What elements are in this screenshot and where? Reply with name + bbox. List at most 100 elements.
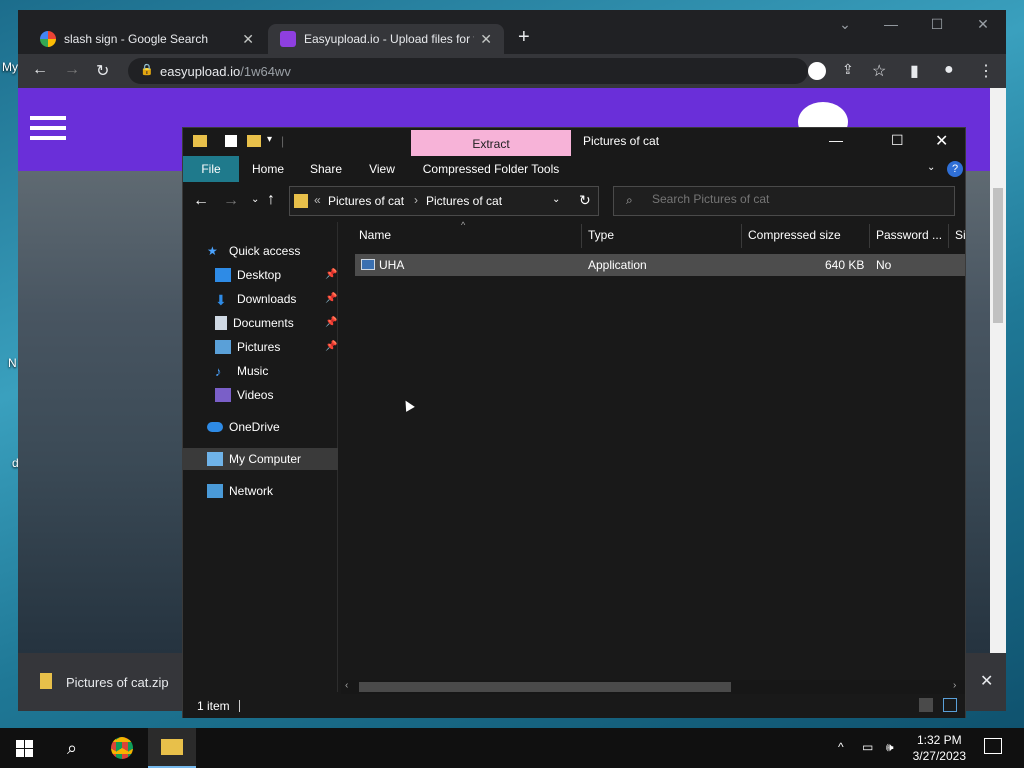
ribbon-tabs: File Home Share View Compressed Folder T… (183, 156, 965, 182)
new-folder-icon[interactable] (247, 135, 261, 147)
scrollbar-thumb[interactable] (993, 188, 1003, 323)
up-icon[interactable]: ↑ (267, 191, 275, 209)
show-hidden-icons-icon[interactable]: ^ (838, 740, 844, 754)
file-row[interactable]: UHA Application 640 KB No (355, 254, 965, 276)
column-divider[interactable] (581, 224, 582, 248)
file-explorer-taskbar-button[interactable] (148, 728, 196, 768)
google-icon (40, 31, 56, 47)
customize-qat-icon[interactable]: ▾ (267, 134, 272, 145)
breadcrumb-item[interactable]: Pictures of cat (328, 194, 404, 208)
scroll-right-icon[interactable]: › (953, 680, 956, 691)
properties-icon[interactable] (225, 135, 237, 147)
mouse-cursor (401, 398, 415, 412)
side-panel-icon[interactable]: ▮ (910, 61, 919, 81)
close-icon[interactable]: ✕ (242, 31, 254, 48)
pictures-icon (215, 340, 231, 354)
computer-icon (207, 452, 223, 466)
bookmark-star-icon[interactable]: ☆ (872, 61, 886, 81)
new-tab-button[interactable]: + (518, 26, 530, 49)
navigation-pane: ★ Quick access Desktop 📌 ⬇ Downloads 📌 D… (183, 222, 338, 692)
recent-locations-icon[interactable]: ⌄ (251, 194, 259, 205)
menu-icon[interactable]: ⋮ (978, 61, 994, 81)
share-icon[interactable]: ⇪ (842, 61, 854, 78)
file-explorer-icon (161, 739, 183, 755)
back-icon[interactable]: ← (32, 61, 48, 79)
close-button[interactable]: ✕ (935, 131, 948, 151)
close-icon[interactable]: ✕ (480, 31, 492, 48)
nav-network[interactable]: Network (207, 480, 273, 502)
forward-icon[interactable]: → (223, 192, 239, 210)
tab-title: slash sign - Google Search (64, 32, 209, 46)
tab-title: Easyupload.io - Upload files for f (304, 32, 474, 46)
file-list: ^ Name Type Compressed size Password ...… (341, 220, 966, 692)
download-filename[interactable]: Pictures of cat.zip (66, 675, 169, 690)
nav-downloads[interactable]: ⬇ Downloads (215, 288, 296, 310)
horizontal-scrollbar[interactable]: ‹ › (341, 680, 965, 694)
nav-onedrive[interactable]: OneDrive (207, 416, 280, 438)
reload-icon[interactable]: ↻ (96, 61, 109, 81)
close-button[interactable]: ✕ (960, 16, 1006, 33)
tab-easyupload[interactable]: Easyupload.io - Upload files for f ✕ (268, 24, 504, 54)
column-divider[interactable] (948, 224, 949, 248)
large-icons-view-icon[interactable] (943, 698, 957, 712)
column-divider[interactable] (741, 224, 742, 248)
nav-videos[interactable]: Videos (215, 384, 273, 406)
column-header-type[interactable]: Type (588, 228, 614, 242)
tab-home[interactable]: Home (245, 156, 291, 182)
desktop-icon (215, 268, 231, 282)
nav-documents[interactable]: Documents (215, 312, 294, 334)
hamburger-menu-icon[interactable] (30, 116, 66, 120)
file-compressed-size: 640 KB (825, 258, 865, 272)
file-name: UHA (379, 258, 405, 272)
column-divider[interactable] (869, 224, 870, 248)
address-bar[interactable]: 🔒 easyupload.io/1w64wv (128, 58, 826, 84)
file-explorer-window: ▾ | Extract Pictures of cat — ☐ ✕ File H… (182, 127, 966, 718)
nav-desktop[interactable]: Desktop (215, 264, 281, 286)
nav-pictures[interactable]: Pictures (215, 336, 280, 358)
column-header-size[interactable]: Si (955, 228, 966, 242)
address-bar[interactable]: « Pictures of cat › Pictures of cat ⌄ ↻ (289, 186, 599, 216)
notifications-icon[interactable] (984, 738, 1002, 754)
scroll-left-icon[interactable]: ‹ (345, 680, 348, 691)
column-header-compressed-size[interactable]: Compressed size (748, 228, 841, 242)
nav-my-computer[interactable]: My Computer (183, 448, 338, 470)
tab-file[interactable]: File (183, 156, 239, 182)
close-download-bar-icon[interactable]: ✕ (980, 671, 993, 691)
breadcrumb-item[interactable]: Pictures of cat (426, 194, 502, 208)
tab-compressed-folder-tools[interactable]: Compressed Folder Tools (411, 156, 571, 182)
scrollbar-thumb[interactable] (359, 682, 731, 692)
tab-view[interactable]: View (359, 156, 405, 182)
search-icon[interactable]: ⌕ (48, 728, 96, 768)
tab-google-search[interactable]: slash sign - Google Search ✕ (28, 24, 266, 54)
help-icon[interactable]: ? (947, 161, 963, 177)
details-view-icon[interactable] (919, 698, 933, 712)
pin-icon: 📌 (325, 293, 338, 304)
page-scrollbar[interactable] (990, 88, 1006, 653)
minimize-button[interactable]: — (829, 132, 843, 148)
volume-icon[interactable]: 🕪 (886, 740, 894, 755)
maximize-button[interactable]: ☐ (914, 16, 960, 33)
forward-icon[interactable]: → (64, 61, 80, 79)
address-dropdown-icon[interactable]: ⌄ (552, 194, 560, 205)
breadcrumb-overflow[interactable]: « (314, 193, 321, 207)
tab-share[interactable]: Share (303, 156, 349, 182)
nav-quick-access[interactable]: ★ Quick access (207, 240, 300, 262)
tab-search-icon[interactable]: ⌄ (822, 16, 868, 33)
search-input[interactable] (652, 192, 932, 206)
network-icon[interactable]: ▭ (862, 740, 873, 754)
expand-ribbon-icon[interactable]: ⌄ (927, 162, 935, 173)
back-icon[interactable]: ← (193, 192, 209, 210)
clock[interactable]: 1:32 PM 3/27/2023 (913, 732, 966, 764)
start-button[interactable] (0, 728, 48, 768)
column-header-name[interactable]: Name (359, 228, 391, 242)
profile-icon[interactable]: ● (944, 61, 954, 79)
refresh-icon[interactable]: ↻ (579, 192, 591, 209)
google-lens-icon[interactable] (808, 62, 826, 80)
nav-music[interactable]: ♪ Music (215, 360, 268, 382)
chrome-taskbar-button[interactable] (98, 728, 146, 768)
extract-context-tab[interactable]: Extract (411, 130, 571, 158)
maximize-button[interactable]: ☐ (891, 132, 904, 149)
search-box[interactable]: ⌕ (613, 186, 955, 216)
minimize-button[interactable]: — (868, 16, 914, 32)
column-header-password[interactable]: Password ... (876, 228, 942, 242)
